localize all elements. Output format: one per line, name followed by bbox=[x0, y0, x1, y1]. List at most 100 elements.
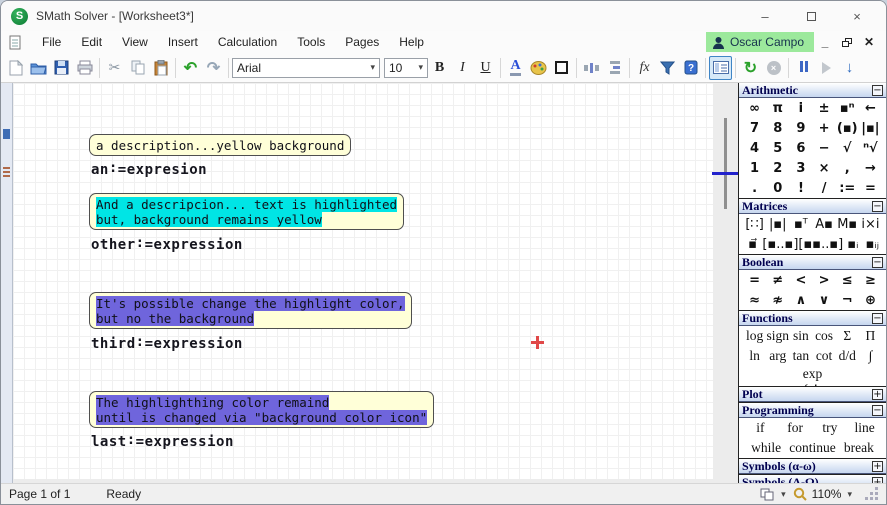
palette-item[interactable]: exp bbox=[743, 366, 882, 382]
palette-item[interactable]: × bbox=[812, 161, 835, 176]
palette-item[interactable]: sin bbox=[789, 328, 812, 344]
copy-button[interactable] bbox=[126, 56, 149, 80]
palette-item[interactable]: |▪| bbox=[859, 121, 882, 136]
new-button[interactable] bbox=[4, 56, 27, 80]
close-button[interactable]: × bbox=[834, 2, 880, 30]
palette-item[interactable]: arg bbox=[766, 348, 789, 364]
palette-item[interactable]: . bbox=[743, 181, 766, 196]
bold-button[interactable]: B bbox=[428, 56, 451, 80]
palette-item[interactable]: ≈ bbox=[743, 293, 766, 308]
chevron-down-icon[interactable]: ▾ bbox=[847, 489, 852, 500]
palette-item[interactable]: → bbox=[859, 161, 882, 176]
palette-item[interactable]: = bbox=[859, 181, 882, 196]
reference-button[interactable]: ? bbox=[679, 56, 702, 80]
user-account-button[interactable]: Oscar Campo bbox=[706, 32, 814, 52]
side-panels-toggle-button[interactable] bbox=[709, 56, 732, 80]
palette-item[interactable]: ▪⃗ bbox=[743, 237, 762, 252]
left-dock-strip[interactable] bbox=[1, 83, 13, 483]
palette-item[interactable]: ln bbox=[743, 348, 766, 364]
maximize-button[interactable] bbox=[788, 2, 834, 30]
math-region[interactable]: third:=expression bbox=[91, 336, 243, 352]
palette-item[interactable]: , bbox=[836, 161, 859, 176]
palette-item[interactable]: cot bbox=[812, 348, 835, 364]
border-button[interactable] bbox=[550, 56, 573, 80]
palette-item[interactable]: ∧ bbox=[789, 293, 812, 308]
menu-pages[interactable]: Pages bbox=[335, 33, 389, 51]
menu-help[interactable]: Help bbox=[389, 33, 434, 51]
palette-item[interactable]: ≤ bbox=[836, 273, 859, 288]
save-button[interactable] bbox=[50, 56, 73, 80]
undo-button[interactable]: ↶ bbox=[179, 56, 202, 80]
palette-item[interactable]: A▪ bbox=[812, 217, 835, 232]
palette-item[interactable]: [▪▪..▪] bbox=[798, 237, 843, 252]
palette-item[interactable]: 2 bbox=[766, 161, 789, 176]
math-region[interactable]: an:=expresion bbox=[91, 162, 207, 178]
palette-item[interactable]: ≉ bbox=[766, 293, 789, 308]
palette-item[interactable]: 9 bbox=[789, 121, 812, 136]
palette-item[interactable]: break bbox=[836, 440, 882, 456]
palette-item[interactable]: ∫ bbox=[859, 348, 882, 364]
palette-item[interactable]: > bbox=[812, 273, 835, 288]
panel-header[interactable]: Matrices− bbox=[739, 199, 886, 214]
palette-item[interactable]: ≥ bbox=[859, 273, 882, 288]
palette-item[interactable]: log bbox=[743, 328, 766, 344]
font-color-button[interactable]: A bbox=[504, 56, 527, 80]
panel-header[interactable]: Functions− bbox=[739, 311, 886, 326]
palette-item[interactable]: Π bbox=[859, 328, 882, 344]
mdi-minimize-button[interactable]: _ bbox=[814, 33, 836, 51]
math-region[interactable]: other:=expression bbox=[91, 237, 243, 253]
palette-item[interactable]: continue bbox=[789, 440, 836, 456]
palette-item[interactable]: ▪ᵢ bbox=[843, 237, 862, 252]
collapse-icon[interactable]: − bbox=[872, 313, 883, 324]
palette-item[interactable]: while bbox=[743, 440, 789, 456]
collapse-icon[interactable]: − bbox=[872, 85, 883, 96]
palette-item[interactable]: ▪ⁿ bbox=[836, 101, 859, 116]
palette-item[interactable]: √ bbox=[836, 141, 859, 156]
document-icon[interactable] bbox=[9, 35, 22, 50]
step-button[interactable]: ↓ bbox=[838, 56, 861, 80]
redo-button[interactable]: ↷ bbox=[202, 56, 225, 80]
palette-item[interactable]: cos bbox=[812, 328, 835, 344]
expand-icon[interactable]: + bbox=[872, 461, 883, 472]
pause-button[interactable] bbox=[792, 56, 815, 80]
minimize-button[interactable]: – bbox=[742, 2, 788, 30]
underline-button[interactable]: U bbox=[474, 56, 497, 80]
panel-header[interactable]: Symbols (α-ω)+ bbox=[739, 459, 886, 474]
palette-item[interactable]: 6 bbox=[789, 141, 812, 156]
font-size-select[interactable]: 10 ▾ bbox=[384, 58, 428, 78]
palette-item[interactable]: < bbox=[789, 273, 812, 288]
palette-item[interactable]: 0 bbox=[766, 181, 789, 196]
collapse-icon[interactable]: − bbox=[872, 257, 883, 268]
function-insert-button[interactable]: fx bbox=[633, 56, 656, 80]
palette-item[interactable]: 8 bbox=[766, 121, 789, 136]
mdi-close-button[interactable]: ✕ bbox=[858, 33, 880, 51]
filter-button[interactable] bbox=[656, 56, 679, 80]
recalculate-button[interactable]: ↻ bbox=[739, 56, 762, 80]
paste-button[interactable] bbox=[149, 56, 172, 80]
scroll-indicator[interactable] bbox=[724, 118, 727, 209]
palette-item[interactable]: tan bbox=[789, 348, 812, 364]
menu-edit[interactable]: Edit bbox=[71, 33, 112, 51]
panel-header[interactable]: Programming− bbox=[739, 403, 886, 418]
palette-item[interactable]: if bbox=[743, 420, 778, 436]
align-vertical-button[interactable] bbox=[603, 56, 626, 80]
palette-item[interactable]: ▪ᵢⱼ bbox=[863, 237, 882, 252]
worksheet-canvas[interactable]: a description...yellow background an:=ex… bbox=[13, 83, 738, 483]
resize-grip[interactable] bbox=[866, 488, 878, 500]
palette-item[interactable]: i bbox=[789, 101, 812, 116]
italic-button[interactable]: I bbox=[451, 56, 474, 80]
palette-item[interactable]: 4 bbox=[743, 141, 766, 156]
palette-item[interactable]: := bbox=[836, 181, 859, 196]
palette-item[interactable]: line bbox=[847, 420, 882, 436]
palette-item[interactable]: ! bbox=[789, 181, 812, 196]
palette-item[interactable]: i×i bbox=[859, 217, 882, 232]
palette-item[interactable]: 5 bbox=[766, 141, 789, 156]
menu-calculation[interactable]: Calculation bbox=[208, 33, 287, 51]
palette-item[interactable]: ⊕ bbox=[859, 293, 882, 308]
palette-item[interactable]: |▪| bbox=[766, 217, 789, 232]
palette-item[interactable]: 7 bbox=[743, 121, 766, 136]
palette-item[interactable]: ∨ bbox=[812, 293, 835, 308]
palette-item[interactable]: + bbox=[812, 121, 835, 136]
play-button[interactable] bbox=[815, 56, 838, 80]
palette-item[interactable]: Σ bbox=[836, 328, 859, 344]
